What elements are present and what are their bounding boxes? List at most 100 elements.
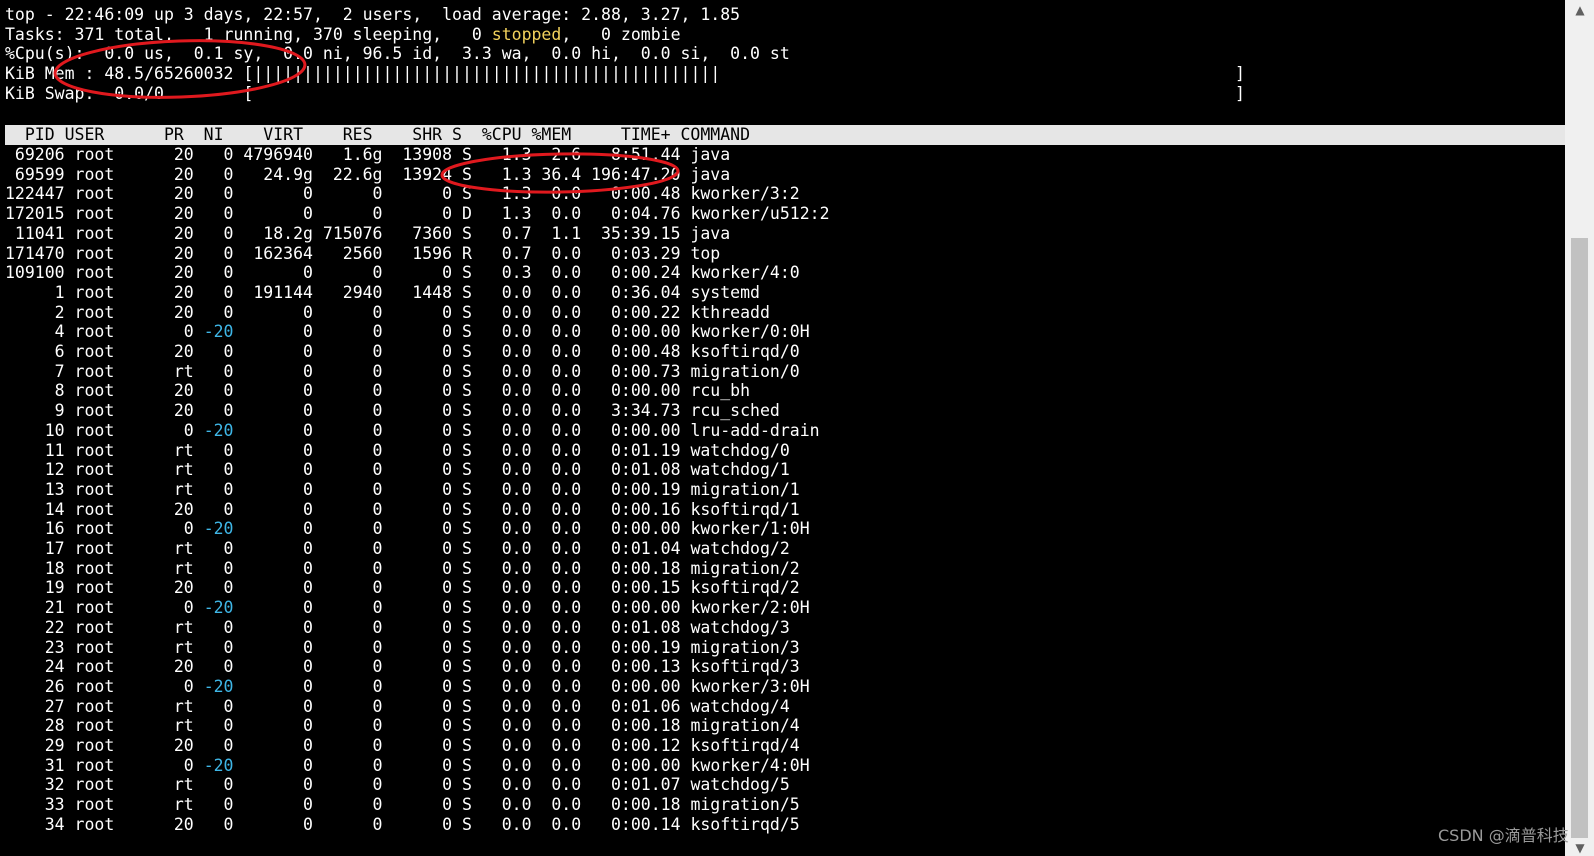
terminal-window[interactable]: top - 22:46:09 up 3 days, 22:57, 2 users…	[0, 0, 1565, 856]
uptime-line: top - 22:46:09 up 3 days, 22:57, 2 users…	[5, 5, 741, 24]
row-stats-command: 0 0 0 S 0.0 0.0 0:00.14 ksoftirqd/5	[243, 814, 800, 834]
mem-label: KiB Mem : 48.5/65260032 [	[5, 64, 254, 83]
row-pid-user-pr: 18 root rt 0	[5, 558, 244, 578]
row-stats-command: 0 0 0 D 1.3 0.0 0:04.76 kworker/u512:2	[243, 204, 830, 224]
process-row: 31 root 0 -20 0 0 0 S 0.0 0.0 0:00.00 kw…	[5, 756, 810, 776]
row-pid-user-pr: 24 root 20 0	[5, 657, 244, 677]
row-pid-user-pr: 21 root 0	[5, 598, 204, 618]
process-row: 2 root 20 0 0 0 0 S 0.0 0.0 0:00.22 kthr…	[5, 303, 770, 323]
row-pid-user-pr: 2 root 20 0	[5, 302, 244, 322]
process-row: 4 root 0 -20 0 0 0 S 0.0 0.0 0:00.00 kwo…	[5, 322, 810, 342]
mem-bar-end: ]	[1235, 64, 1245, 83]
row-pid-user-pr: 19 root 20 0	[5, 578, 244, 598]
row-stats-command: 0 0 0 S 0.0 0.0 0:00.00 kworker/2:0H	[233, 598, 810, 618]
row-stats-command: 0 0 0 S 0.0 0.0 0:00.19 migration/1	[243, 479, 800, 499]
process-row: 21 root 0 -20 0 0 0 S 0.0 0.0 0:00.00 kw…	[5, 598, 810, 618]
row-stats-command: 0 0 0 S 0.0 0.0 0:00.18 migration/4	[243, 716, 800, 736]
process-row: 19 root 20 0 0 0 0 S 0.0 0.0 0:00.15 kso…	[5, 578, 800, 598]
row-stats-command: 0 0 0 S 0.0 0.0 0:01.04 watchdog/2	[243, 539, 790, 558]
vertical-scrollbar[interactable]: ▲ ▼	[1565, 0, 1594, 856]
row-pid-user-pr: 12 root rt 0	[5, 460, 244, 480]
row-pid-user-pr: 69206 root 20 0	[5, 145, 244, 164]
process-row: 29 root 20 0 0 0 0 S 0.0 0.0 0:00.12 kso…	[5, 736, 800, 756]
row-nice-negative: -20	[203, 598, 234, 618]
process-row: 69599 root 20 0 24.9g 22.6g 13924 S 1.3 …	[5, 165, 730, 185]
scroll-up-arrow-icon[interactable]: ▲	[1574, 4, 1586, 16]
swap-line: KiB Swap: 0.0/0 [	[5, 84, 254, 103]
tasks-line: Tasks: 371 total, 1 running, 370 sleepin…	[5, 25, 681, 45]
row-pid-user-pr: 7 root rt 0	[5, 361, 244, 381]
row-pid-user-pr: 1 root 20 0	[5, 282, 244, 302]
process-row: 171470 root 20 0 162364 2560 1596 R 0.7 …	[5, 244, 720, 264]
process-row: 10 root 0 -20 0 0 0 S 0.0 0.0 0:00.00 lr…	[5, 421, 820, 441]
row-pid-user-pr: 11 root rt 0	[5, 440, 244, 460]
row-stats-command: 0 0 0 S 0.0 0.0 0:00.00 kworker/3:0H	[233, 676, 810, 696]
row-pid-user-pr: 4 root 0	[5, 322, 204, 342]
process-row: 9 root 20 0 0 0 0 S 0.0 0.0 3:34.73 rcu_…	[5, 401, 780, 421]
process-row: 28 root rt 0 0 0 0 S 0.0 0.0 0:00.18 mig…	[5, 716, 800, 736]
row-pid-user-pr: 33 root rt 0	[5, 795, 244, 815]
row-pid-user-pr: 6 root 20 0	[5, 342, 244, 361]
mem-bar: ||||||||||||||||||||||||||||||||||||||||…	[253, 64, 721, 83]
row-stats-command: 0 0 0 S 0.0 0.0 0:01.06 watchdog/4	[243, 696, 790, 716]
row-stats-command: 191144 2940 1448 S 0.0 0.0 0:36.04 syste…	[243, 282, 760, 302]
row-stats-command: 18.2g 715076 7360 S 0.7 1.1 35:39.15 jav…	[243, 223, 731, 243]
process-row: 24 root 20 0 0 0 0 S 0.0 0.0 0:00.13 kso…	[5, 657, 800, 677]
row-stats-command: 0 0 0 S 0.0 0.0 0:01.08 watchdog/3	[243, 617, 790, 637]
row-stats-command: 0 0 0 S 0.0 0.0 0:00.00 rcu_bh	[243, 381, 751, 401]
process-row: 32 root rt 0 0 0 0 S 0.0 0.0 0:01.07 wat…	[5, 775, 790, 795]
row-stats-command: 0 0 0 S 0.0 0.0 0:00.00 kworker/0:0H	[233, 322, 810, 342]
row-nice-negative: -20	[203, 420, 234, 440]
scrollbar-thumb[interactable]	[1571, 238, 1588, 838]
row-pid-user-pr: 109100 root 20 0	[5, 263, 244, 283]
row-pid-user-pr: 9 root 20 0	[5, 401, 244, 421]
process-row: 7 root rt 0 0 0 0 S 0.0 0.0 0:00.73 migr…	[5, 362, 800, 382]
cpu-line: %Cpu(s): 0.0 us, 0.1 sy, 0.0 ni, 96.5 id…	[5, 44, 790, 63]
row-stats-command: 0 0 0 S 0.0 0.0 3:34.73 rcu_sched	[243, 401, 780, 421]
row-stats-command: 0 0 0 S 0.0 0.0 0:00.00 kworker/1:0H	[233, 519, 810, 539]
process-row: 13 root rt 0 0 0 0 S 0.0 0.0 0:00.19 mig…	[5, 480, 800, 500]
row-stats-command: 0 0 0 S 0.0 0.0 0:00.19 migration/3	[243, 637, 800, 657]
row-nice-negative: -20	[203, 322, 234, 342]
process-row: 16 root 0 -20 0 0 0 S 0.0 0.0 0:00.00 kw…	[5, 519, 810, 539]
row-stats-command: 0 0 0 S 0.0 0.0 0:00.18 migration/2	[243, 558, 800, 578]
row-stats-command: 0 0 0 S 0.0 0.0 0:00.00 kworker/4:0H	[233, 755, 810, 775]
process-row: 27 root rt 0 0 0 0 S 0.0 0.0 0:01.06 wat…	[5, 697, 790, 717]
row-pid-user-pr: 171470 root 20 0	[5, 243, 244, 263]
watermark: CSDN @滴普科技	[1438, 826, 1569, 845]
row-stats-command: 0 0 0 S 0.0 0.0 0:01.19 watchdog/0	[243, 440, 790, 460]
row-pid-user-pr: 14 root 20 0	[5, 499, 244, 519]
row-pid-user-pr: 28 root rt 0	[5, 716, 244, 736]
process-row: 22 root rt 0 0 0 0 S 0.0 0.0 0:01.08 wat…	[5, 618, 790, 638]
row-stats-command: 0 0 0 S 0.0 0.0 0:00.73 migration/0	[243, 361, 800, 381]
row-stats-command: 0 0 0 S 0.0 0.0 0:00.00 lru-add-drain	[233, 420, 820, 440]
header-columns: PID USER PR NI VIRT RES SHR S %CPU %MEM …	[5, 125, 751, 144]
process-row: 14 root 20 0 0 0 0 S 0.0 0.0 0:00.16 kso…	[5, 500, 800, 520]
process-row: 172015 root 20 0 0 0 0 D 1.3 0.0 0:04.76…	[5, 204, 830, 224]
row-nice-negative: -20	[203, 519, 234, 539]
process-row: 69206 root 20 0 4796940 1.6g 13908 S 1.3…	[5, 145, 730, 165]
tasks-zombie: , 0 zombie	[561, 25, 681, 44]
row-stats-command: 0 0 0 S 0.0 0.0 0:00.22 kthreadd	[243, 302, 770, 322]
process-row: 8 root 20 0 0 0 0 S 0.0 0.0 0:00.00 rcu_…	[5, 381, 750, 401]
row-pid-user-pr: 17 root rt 0	[5, 539, 244, 558]
scroll-down-arrow-icon[interactable]: ▼	[1574, 842, 1586, 854]
process-row: 33 root rt 0 0 0 0 S 0.0 0.0 0:00.18 mig…	[5, 795, 800, 815]
row-pid-user-pr: 8 root 20 0	[5, 381, 244, 401]
row-stats-command: 0 0 0 S 0.0 0.0 0:00.18 migration/5	[243, 795, 800, 815]
process-row: 1 root 20 0 191144 2940 1448 S 0.0 0.0 0…	[5, 283, 760, 303]
process-row: 109100 root 20 0 0 0 0 S 0.3 0.0 0:00.24…	[5, 263, 800, 283]
process-row: 23 root rt 0 0 0 0 S 0.0 0.0 0:00.19 mig…	[5, 638, 800, 658]
process-row: 18 root rt 0 0 0 0 S 0.0 0.0 0:00.18 mig…	[5, 559, 800, 579]
process-row: 34 root 20 0 0 0 0 S 0.0 0.0 0:00.14 kso…	[5, 815, 800, 835]
row-pid-user-pr: 69599 root 20 0	[5, 164, 244, 184]
row-stats-command: 4796940 1.6g 13908 S 1.3 2.6 8:51.44 jav…	[243, 145, 731, 164]
process-row: 122447 root 20 0 0 0 0 S 1.3 0.0 0:00.48…	[5, 184, 800, 204]
row-pid-user-pr: 16 root 0	[5, 519, 204, 539]
row-nice-negative: -20	[203, 755, 234, 775]
process-table-header: PID USER PR NI VIRT RES SHR S %CPU %MEM …	[5, 125, 1565, 145]
process-row: 17 root rt 0 0 0 0 S 0.0 0.0 0:01.04 wat…	[5, 539, 790, 559]
process-row: 11041 root 20 0 18.2g 715076 7360 S 0.7 …	[5, 224, 730, 244]
row-pid-user-pr: 11041 root 20 0	[5, 223, 244, 243]
row-stats-command: 0 0 0 S 0.0 0.0 0:00.16 ksoftirqd/1	[243, 499, 800, 519]
